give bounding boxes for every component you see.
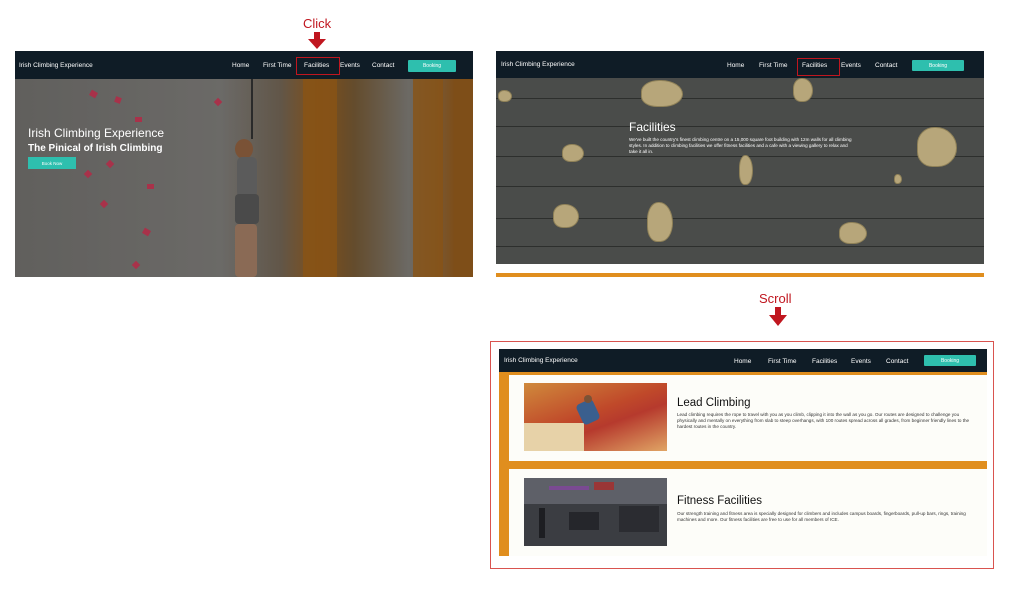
nav-first-time[interactable]: First Time — [263, 62, 292, 69]
nav-first-time[interactable]: First Time — [768, 358, 797, 365]
scroll-annotation-label: Scroll — [759, 291, 792, 306]
brand-logo-text[interactable]: Irish Climbing Experience — [504, 357, 578, 364]
hero-subtitle: The Pinical of Irish Climbing — [28, 143, 163, 154]
booking-button[interactable]: Booking — [912, 60, 964, 71]
nav-events[interactable]: Events — [851, 358, 871, 365]
click-highlight-box — [296, 57, 340, 75]
active-nav-highlight-box — [797, 58, 840, 76]
nav-home[interactable]: Home — [734, 358, 751, 365]
homepage-screenshot: Irish Climbing Experience Home First Tim… — [15, 51, 473, 277]
brand-logo-text[interactable]: Irish Climbing Experience — [501, 61, 575, 68]
nav-events[interactable]: Events — [841, 62, 861, 69]
nav-home[interactable]: Home — [727, 62, 744, 69]
fitness-facilities-image — [524, 478, 667, 546]
fitness-facilities-title: Fitness Facilities — [677, 495, 762, 507]
brand-logo-text[interactable]: Irish Climbing Experience — [19, 62, 93, 69]
facilities-description: We've built the country's finest climbin… — [629, 137, 852, 155]
booking-button[interactable]: Booking — [924, 355, 976, 366]
click-annotation-label: Click — [303, 16, 332, 31]
section-divider — [496, 273, 984, 277]
nav-contact[interactable]: Contact — [372, 62, 394, 69]
nav-first-time[interactable]: First Time — [759, 62, 788, 69]
facilities-title: Facilities — [629, 120, 676, 134]
nav-contact[interactable]: Contact — [886, 358, 908, 365]
nav-home[interactable]: Home — [232, 62, 249, 69]
card-divider — [499, 461, 987, 469]
fitness-facilities-description: Our strength training and fitness area i… — [677, 511, 966, 522]
hero-image — [15, 79, 473, 277]
hero-title: Irish Climbing Experience — [28, 126, 165, 140]
navbar: Irish Climbing Experience Home First Tim… — [496, 51, 984, 78]
nav-events[interactable]: Events — [340, 62, 360, 69]
nav-contact[interactable]: Contact — [875, 62, 897, 69]
book-now-button[interactable]: Book Now — [28, 157, 76, 169]
lead-climbing-description: Lead climbing requires the rope to trave… — [677, 412, 970, 429]
nav-facilities[interactable]: Facilities — [812, 358, 837, 365]
navbar: Irish Climbing Experience Home First Tim… — [15, 51, 473, 79]
lead-climbing-title: Lead Climbing — [677, 397, 751, 409]
facilities-scrolled-screenshot: Irish Climbing Experience Home First Tim… — [490, 341, 994, 569]
navbar: Irish Climbing Experience Home First Tim… — [499, 349, 987, 372]
climbing-wall-image — [496, 78, 984, 264]
lead-climbing-image — [524, 383, 667, 451]
booking-button[interactable]: Booking — [408, 60, 456, 72]
facilities-page-screenshot: Irish Climbing Experience Home First Tim… — [496, 51, 984, 278]
